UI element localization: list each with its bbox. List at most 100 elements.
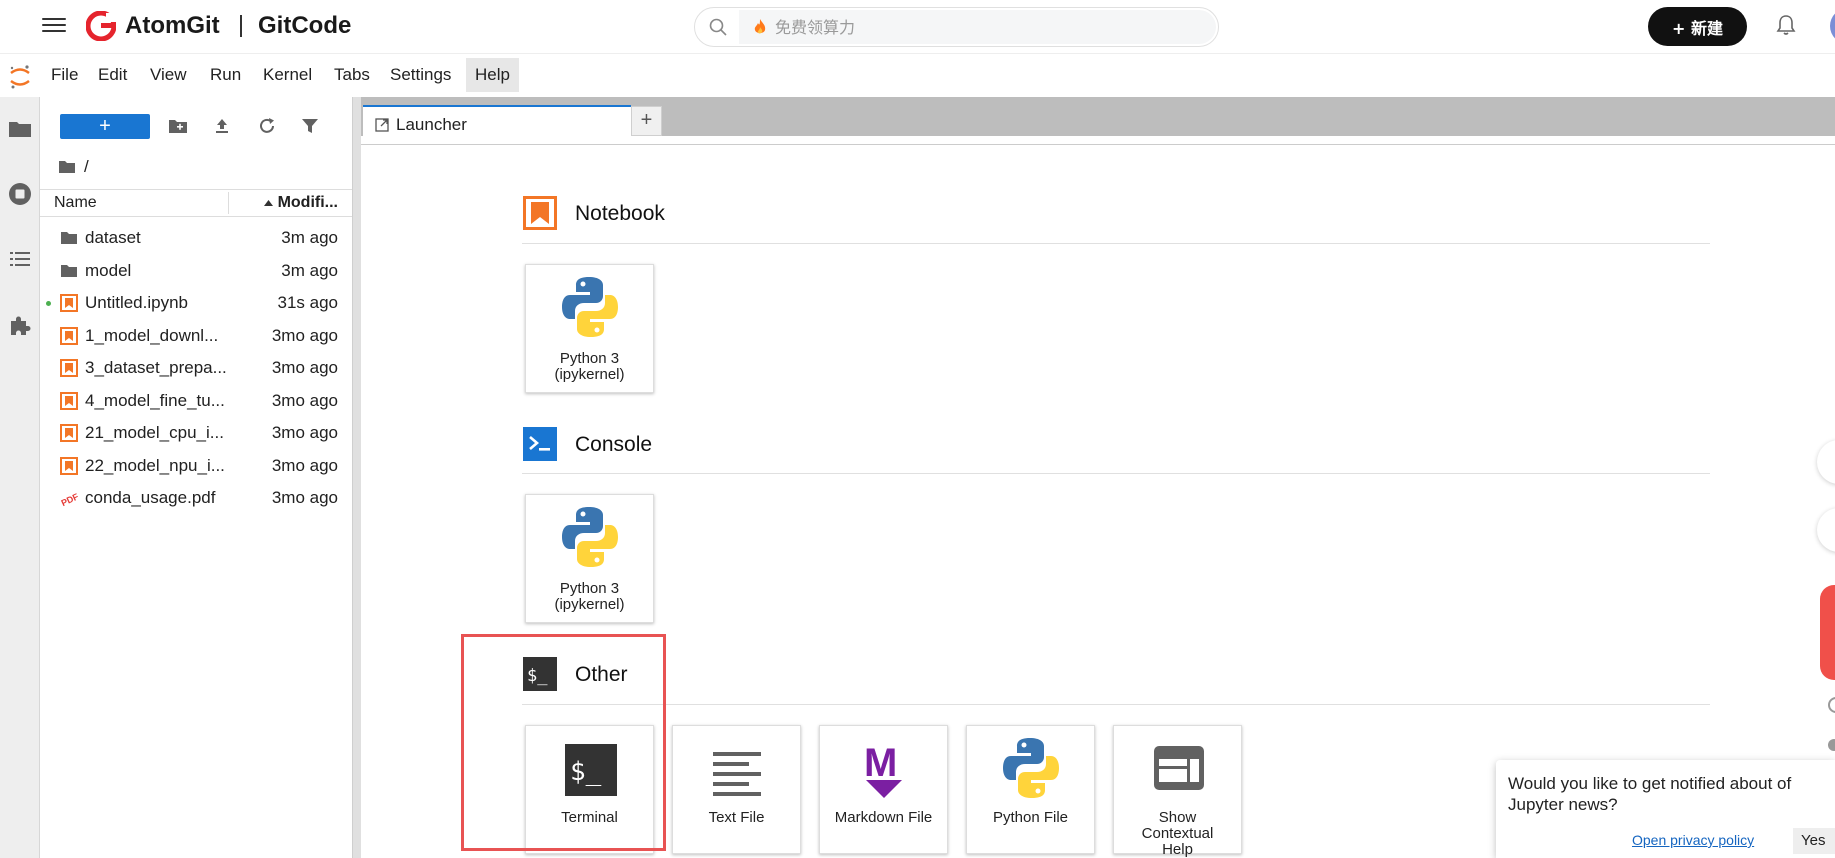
refresh-icon[interactable] — [257, 116, 277, 136]
svg-text:M: M — [864, 741, 897, 785]
new-launcher-button[interactable]: + — [60, 114, 150, 139]
breadcrumb-folder-icon — [59, 161, 75, 173]
file-name: 4_model_fine_tu... — [85, 390, 225, 410]
file-name: dataset — [85, 228, 141, 247]
search-icon — [709, 18, 727, 36]
python-file-card[interactable]: Python File — [966, 725, 1095, 854]
notebook-section-icon — [523, 196, 557, 230]
file-row[interactable]: 21_model_cpu_i... 3mo ago — [40, 417, 352, 448]
file-row[interactable]: dataset 3m ago — [40, 222, 352, 253]
upload-icon[interactable] — [212, 116, 232, 136]
notebook-icon — [60, 294, 78, 312]
file-name: Untitled.ipynb — [85, 293, 189, 312]
file-name: 3_dataset_prepa... — [85, 358, 227, 377]
notebook-icon — [60, 326, 78, 345]
notebook-icon — [60, 424, 78, 442]
file-name: model — [85, 260, 132, 280]
column-modified[interactable]: Modifi... — [263, 194, 338, 212]
file-modified: 3mo ago — [271, 325, 338, 345]
avatar[interactable] — [1830, 8, 1835, 44]
file-row[interactable]: 4_model_fine_tu... 3mo ago — [40, 385, 352, 416]
tab-launcher-label: Launcher — [396, 115, 467, 134]
menu-icon[interactable] — [42, 14, 66, 38]
add-tab-button[interactable]: + — [631, 106, 662, 136]
left-activity-bar — [0, 97, 40, 858]
jupyter-logo-icon[interactable] — [8, 64, 32, 90]
contextual-help-label: Show Contextual Help — [1141, 809, 1214, 858]
file-modified: 3mo ago — [271, 423, 338, 442]
file-modified: 3mo ago — [271, 390, 338, 410]
folder-icon[interactable] — [8, 117, 32, 141]
extension-icon[interactable] — [8, 313, 32, 337]
breadcrumb-path[interactable]: / — [84, 157, 89, 177]
file-row[interactable]: PDF conda_usage.pdf 3mo ago — [40, 482, 352, 513]
tab-bar: Launcher + — [361, 97, 1835, 144]
menu-help[interactable]: Help — [466, 58, 519, 92]
file-name: conda_usage.pdf — [85, 488, 216, 507]
menu-kernel[interactable]: Kernel — [254, 58, 321, 92]
new-button[interactable]: + 新建 — [1648, 7, 1747, 46]
notebook-python3-card[interactable]: Python 3 (ipykernel) — [525, 264, 654, 393]
menu-tabs[interactable]: Tabs — [325, 58, 379, 92]
column-divider[interactable] — [228, 192, 229, 214]
privacy-policy-link[interactable]: Open privacy policy — [1632, 832, 1754, 848]
search-bar[interactable] — [694, 7, 1219, 47]
file-modified: 3m ago — [281, 228, 338, 247]
markdown-file-label: Markdown File — [834, 809, 933, 826]
notification-toast: Would you like to get notified about of … — [1496, 760, 1835, 858]
file-modified: 3m ago — [281, 260, 338, 280]
folder-icon — [60, 262, 78, 280]
file-row[interactable]: model 3m ago — [40, 255, 352, 286]
notebook-section-rule — [522, 243, 1710, 244]
brand-separator — [240, 15, 242, 37]
brand-gitcode[interactable]: GitCode — [258, 11, 351, 41]
contextual-help-icon — [1154, 746, 1204, 790]
gitcode-header: AtomGit GitCode + 新建 — [0, 0, 1835, 54]
new-folder-icon[interactable] — [168, 116, 188, 136]
toc-icon[interactable] — [8, 247, 32, 271]
menu-view[interactable]: View — [141, 58, 196, 92]
running-indicator — [46, 301, 51, 306]
search-input[interactable] — [775, 16, 1175, 38]
notification-text: Would you like to get notified about of … — [1508, 773, 1835, 815]
folder-icon — [60, 229, 78, 247]
bell-icon[interactable] — [1776, 14, 1796, 36]
breadcrumb[interactable]: / — [58, 157, 89, 177]
tab-launcher[interactable]: Launcher — [363, 105, 631, 144]
menu-run[interactable]: Run — [201, 58, 250, 92]
console-python3-card[interactable]: Python 3 (ipykernel) — [525, 494, 654, 623]
notification-yes-button[interactable]: Yes — [1793, 828, 1835, 854]
tab-divider — [361, 144, 1835, 145]
markdown-file-card[interactable]: M Markdown File — [819, 725, 948, 854]
menu-file[interactable]: File — [42, 58, 87, 92]
python-file-label: Python File — [992, 809, 1069, 826]
menu-edit[interactable]: Edit — [89, 58, 136, 92]
file-modified: 3mo ago — [271, 358, 338, 377]
notebook-icon — [60, 456, 78, 475]
file-name: 21_model_cpu_i... — [85, 423, 224, 442]
menu-settings[interactable]: Settings — [381, 58, 460, 92]
other-section-rule — [522, 704, 1710, 705]
python-icon — [562, 277, 618, 337]
file-modified: 3mo ago — [271, 488, 338, 507]
svg-text:PDF: PDF — [60, 491, 78, 507]
text-file-label: Text File — [708, 809, 765, 826]
text-file-card[interactable]: Text File — [672, 725, 801, 854]
console-section-title: Console — [575, 433, 653, 456]
file-row[interactable]: 3_dataset_prepa... 3mo ago — [40, 352, 352, 383]
brand-atomgit[interactable]: AtomGit — [125, 11, 220, 41]
column-name[interactable]: Name — [54, 194, 97, 212]
floating-dot[interactable] — [1828, 739, 1835, 751]
gitcode-logo-icon[interactable] — [86, 11, 116, 41]
console-section-rule — [522, 473, 1710, 474]
running-icon[interactable] — [8, 182, 32, 206]
column-modified-label: Modifi... — [277, 194, 338, 211]
notebook-icon — [60, 359, 78, 377]
contextual-help-card[interactable]: Show Contextual Help — [1113, 725, 1242, 858]
file-row[interactable]: 22_model_npu_i... 3mo ago — [40, 450, 352, 481]
notebook-icon — [60, 391, 78, 410]
file-row[interactable]: 1_model_downl... 3mo ago — [40, 320, 352, 351]
floating-promo[interactable] — [1820, 585, 1835, 680]
file-row[interactable]: Untitled.ipynb 31s ago — [40, 287, 352, 318]
filter-icon[interactable] — [300, 116, 320, 136]
